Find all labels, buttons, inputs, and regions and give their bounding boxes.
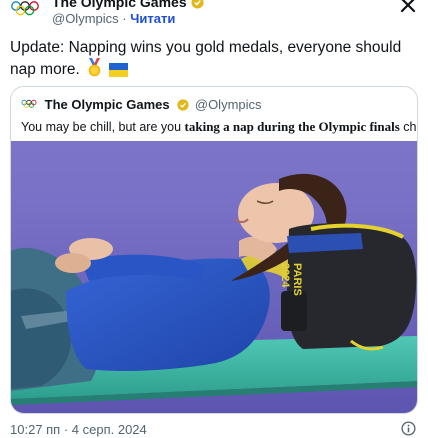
tweet-footer: 10:27 пп · 4 серп. 2024 <box>10 421 418 438</box>
author-handle[interactable]: @Olympics <box>52 11 119 26</box>
olympic-rings-icon <box>21 99 37 108</box>
quoted-author-handle[interactable]: @Olympics <box>195 97 262 112</box>
gold-medal-emoji <box>88 58 101 77</box>
bag-paris-text: PARIS <box>291 263 303 296</box>
ukraine-flag-emoji <box>109 63 129 77</box>
bag-year-text: 2024 <box>279 263 291 288</box>
verified-badge-icon <box>177 99 189 111</box>
olympic-rings-icon <box>11 1 39 16</box>
author-handle-line: @Olympics · Читати <box>52 11 175 26</box>
quoted-author-name[interactable]: The Olympic Games <box>45 97 170 112</box>
info-icon[interactable] <box>401 421 416 436</box>
quoted-text-before: You may be chill, but are you <box>21 120 185 134</box>
separator-dot: · <box>122 11 127 26</box>
tweet-text: Update: Napping wins you gold medals, ev… <box>10 38 414 80</box>
tweet-header: The Olympic Games @Olympics · Читати <box>10 0 418 26</box>
quoted-tweet-text: You may be chill, but are you taking a n… <box>21 119 417 135</box>
quoted-tweet-card[interactable]: The Olympic Games @Olympics You may be c… <box>10 86 418 414</box>
timestamp[interactable]: 10:27 пп · 4 серп. 2024 <box>10 422 147 437</box>
verified-badge-icon <box>191 0 204 9</box>
tweet-view: The Olympic Games @Olympics · Читати Upd… <box>0 0 428 438</box>
translate-link[interactable]: Читати <box>130 11 175 26</box>
author-name-text[interactable]: The Olympic Games <box>52 0 187 10</box>
quoted-tweet-header: The Olympic Games @Olympics <box>21 97 262 115</box>
quoted-text-emphasis: taking a nap during the Olympic finals <box>184 119 400 134</box>
tweet-text-content: Update: Napping wins you gold medals, ev… <box>10 39 402 78</box>
quoted-text-after: chill? <box>403 120 418 134</box>
athlete-napping-photo[interactable]: PARIS 2024 <box>11 141 418 414</box>
author-name[interactable]: The Olympic Games <box>52 0 204 10</box>
close-icon[interactable] <box>398 0 418 15</box>
